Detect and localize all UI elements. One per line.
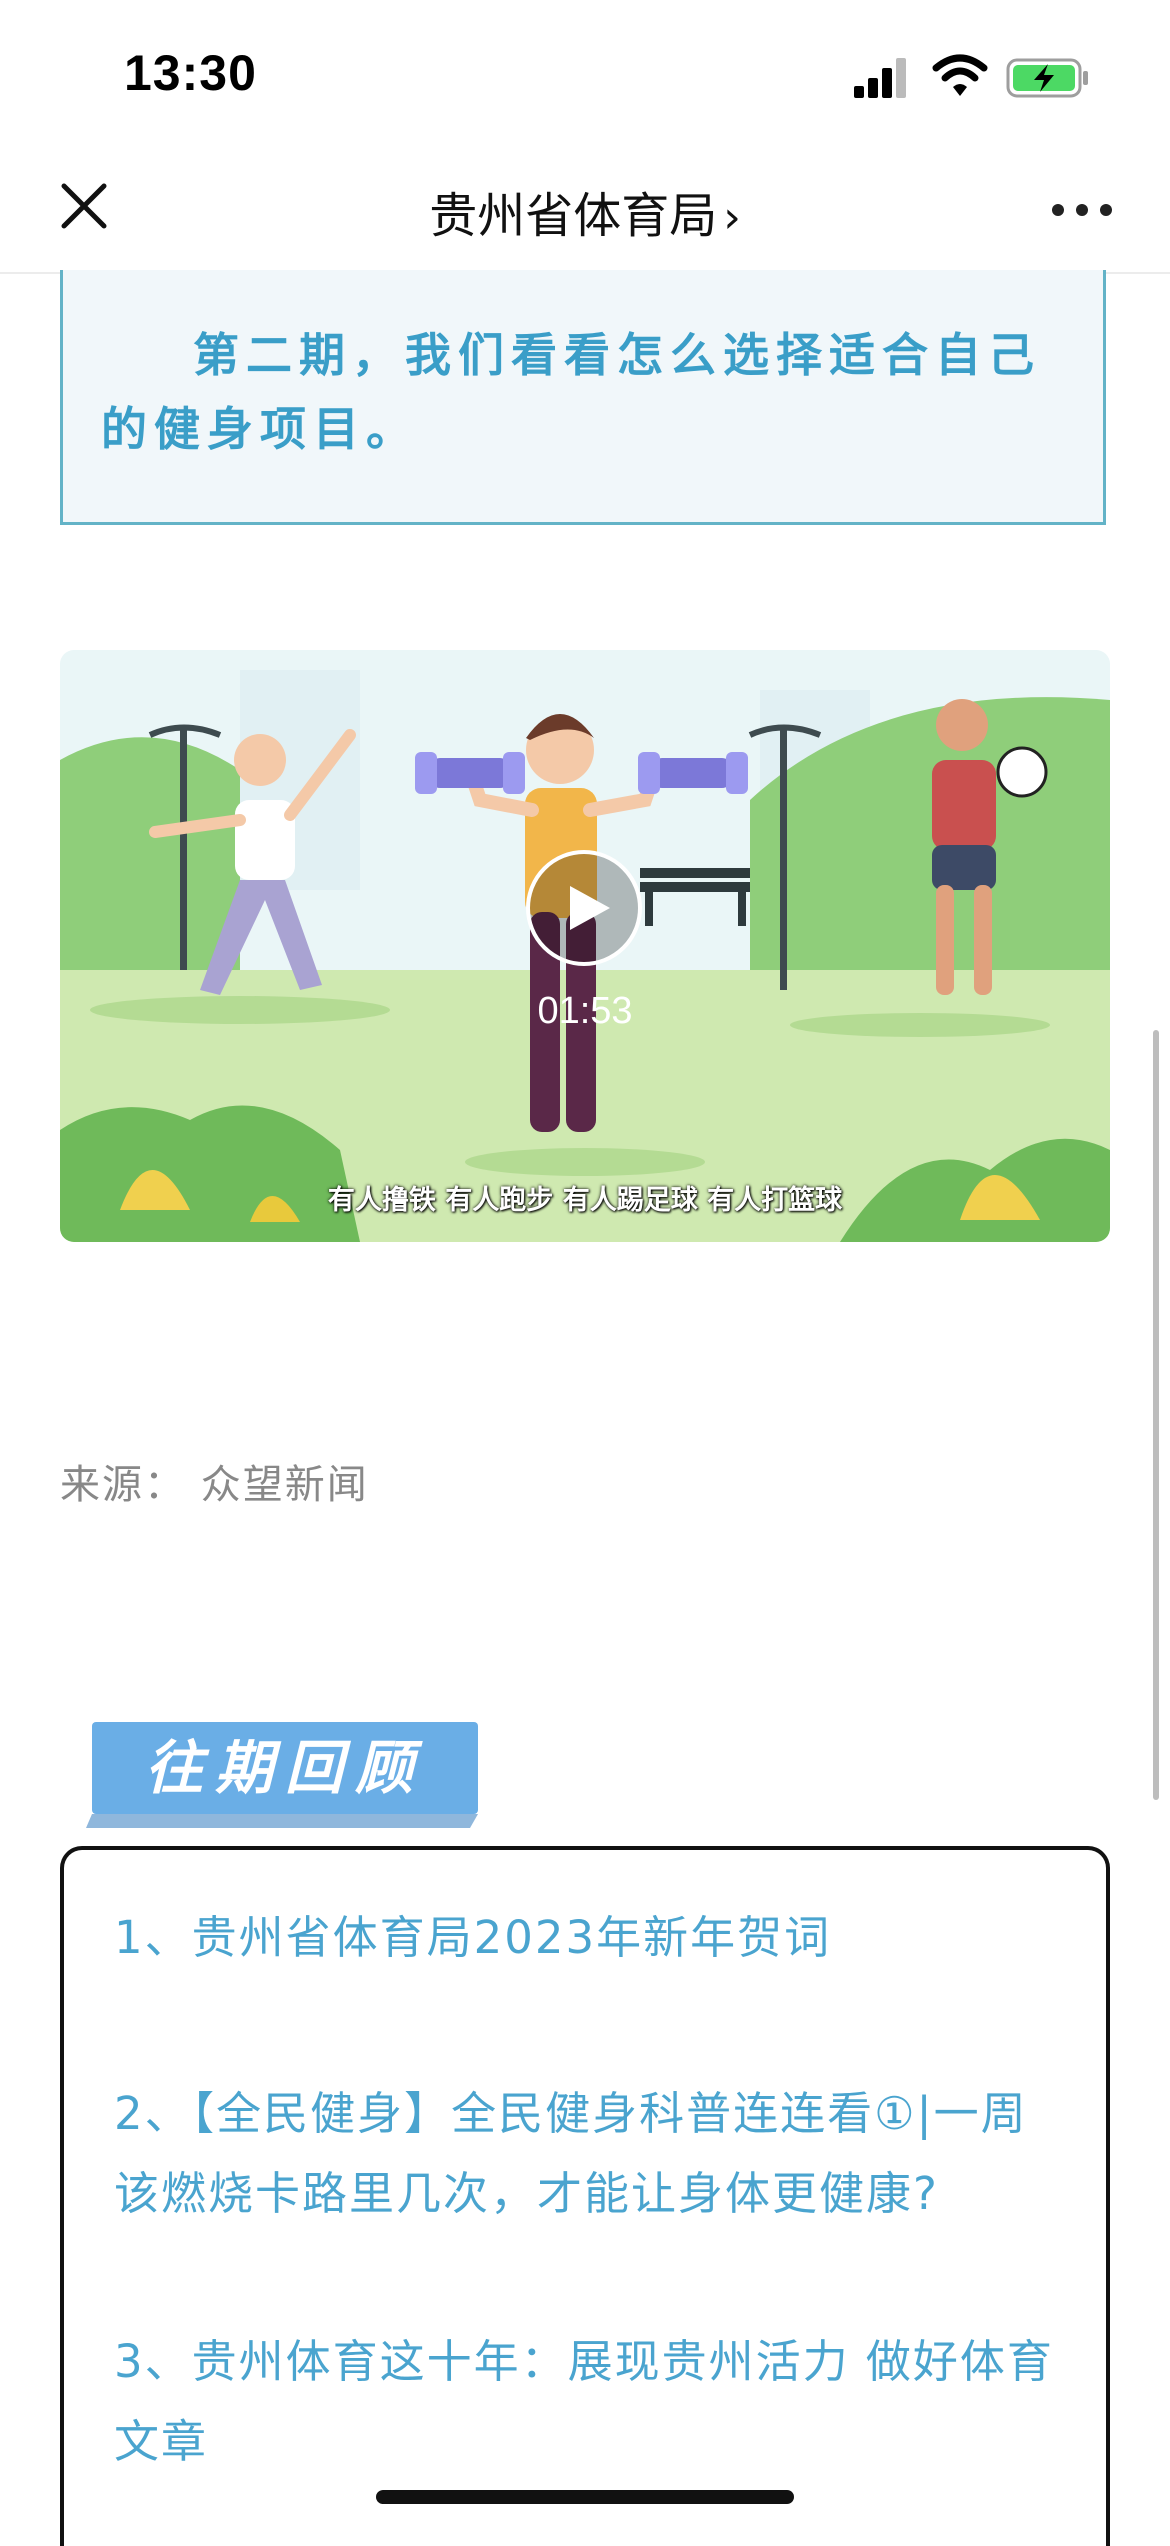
play-icon[interactable]	[524, 848, 644, 968]
video-duration: 01:53	[537, 990, 633, 1032]
more-icon[interactable]	[1050, 202, 1114, 218]
account-name: 贵州省体育局	[429, 188, 718, 244]
scrollbar[interactable]	[1153, 1030, 1159, 1800]
nav-bar: 贵州省体育局 ›	[0, 150, 1170, 274]
wifi-icon	[932, 54, 988, 96]
past-issues-list: 1、贵州省体育局2023年新年贺词 2、【全民健身】全民健身科普连连看①|一周该…	[60, 1846, 1110, 2546]
video-subtitle: 有人撸铁 有人跑步 有人踢足球 有人打篮球	[327, 1185, 843, 1216]
account-title[interactable]: 贵州省体育局 ›	[0, 176, 1170, 246]
past-issues-title: 往期回顾	[144, 1734, 425, 1802]
past-issues-header: 往期回顾	[86, 1722, 484, 1830]
list-item[interactable]: 2、【全民健身】全民健身科普连连看①|一周该燃烧卡路里几次，才能让身体更健康?	[114, 2074, 1069, 2234]
intro-text: 第二期，我们看看怎么选择适合自己的健身项目。	[101, 328, 1041, 456]
list-item[interactable]: 3、贵州体育这十年：展现贵州活力 做好体育文章	[114, 2322, 1069, 2482]
status-bar: 13:30	[0, 0, 1170, 150]
signal-icon	[854, 58, 906, 98]
list-item[interactable]: 1、贵州省体育局2023年新年贺词	[114, 1898, 1069, 1978]
chevron-right-icon: ›	[723, 192, 741, 243]
status-time: 13:30	[124, 45, 257, 101]
video-player[interactable]: 01:53 有人撸铁 有人跑步 有人踢足球 有人打篮球	[60, 650, 1110, 1242]
home-indicator[interactable]	[376, 2490, 794, 2504]
intro-box: 第二期，我们看看怎么选择适合自己的健身项目。	[60, 270, 1106, 525]
article-source: 来源： 众望新闻	[60, 1462, 369, 1508]
battery-icon	[1006, 58, 1088, 98]
